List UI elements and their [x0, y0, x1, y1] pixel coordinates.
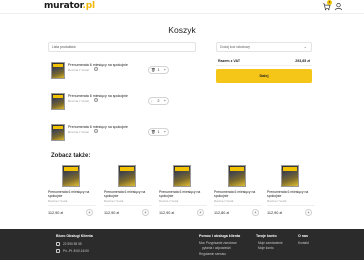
product-list-selector[interactable]: Lista produktów	[48, 42, 196, 52]
checkout-button[interactable]: Dalej	[216, 69, 312, 83]
discount-code-placeholder: Dodaj kod rabatowy	[220, 45, 250, 49]
quantity-value: 2	[157, 99, 160, 103]
discount-code-field[interactable]: Dodaj kod rabatowy ⌄	[216, 42, 312, 52]
product-price: 112,90 zł	[267, 211, 283, 215]
footer-link[interactable]: Moc Przypisanie zwrotowe	[199, 241, 237, 245]
add-to-cart-button[interactable]: +	[252, 209, 259, 216]
quantity-stepper[interactable]: 🗑 1 +	[148, 66, 169, 74]
product-thumbnail[interactable]	[51, 124, 65, 141]
decrease-button[interactable]: -	[151, 98, 152, 104]
product-name[interactable]: Prenumerata 6 miesięcy na spokojnie	[104, 190, 152, 198]
product-variant: Roczna z Vocal	[159, 199, 179, 203]
info-icon[interactable]: i	[94, 129, 98, 133]
recommendation-card[interactable]: Prenumerata 6 miesięcy na spokojnie Rocz…	[48, 163, 96, 223]
divider	[104, 205, 152, 206]
increase-button[interactable]: +	[164, 67, 166, 73]
product-variant: Roczna z Vocal	[267, 199, 287, 203]
phone-icon	[56, 242, 60, 246]
footer-link[interactable]: pytania i odpowiedzi	[202, 246, 231, 250]
info-icon[interactable]: i	[94, 98, 98, 102]
product-thumbnail[interactable]	[51, 62, 65, 79]
product-name[interactable]: Prenumerata 6 miesięcy na spokojnie	[48, 190, 96, 198]
quantity-value: 1	[157, 68, 160, 72]
product-name[interactable]: Prenumerata 6 miesięcy na spokojnie	[68, 125, 128, 129]
recommendation-card[interactable]: Prenumerata 6 miesięcy na spokojnie Rocz…	[214, 163, 262, 223]
divider	[216, 65, 312, 66]
add-to-cart-button[interactable]: +	[142, 209, 149, 216]
product-name[interactable]: Prenumerata 6 miesięcy na spokojnie	[68, 94, 128, 98]
footer-hours: Pn.-Pt. 8:00-16:00	[63, 249, 89, 253]
product-price: 112,90 zł	[104, 211, 120, 215]
add-to-cart-button[interactable]: +	[305, 209, 312, 216]
recommendation-card[interactable]: Prenumerata 6 miesięcy na spokojnie Rocz…	[159, 163, 207, 223]
divider	[159, 205, 207, 206]
site-footer: Biuro Obsługi Klienta 22 590 55 55 Pn.-P…	[0, 229, 364, 260]
product-variant: Roczna z Vocal	[68, 99, 89, 103]
user-icon[interactable]	[334, 2, 343, 11]
increase-button[interactable]: +	[164, 129, 166, 135]
total-label: Razem z VAT	[218, 59, 241, 63]
chevron-down-icon: ⌄	[303, 44, 307, 49]
clock-icon	[56, 249, 60, 253]
top-header: murator.pl 1	[0, 0, 364, 14]
recommendation-card[interactable]: Prenumerata 6 miesięcy na spokojnie Rocz…	[104, 163, 152, 223]
footer-link[interactable]: Regulamin serwisu	[199, 252, 226, 256]
product-name[interactable]: Prenumerata 6 miesięcy na spokojnie	[159, 190, 207, 198]
product-thumbnail[interactable]	[228, 165, 246, 187]
divider	[48, 205, 96, 206]
footer-about-title: O nas	[298, 234, 308, 238]
divider	[267, 205, 315, 206]
increase-button[interactable]: +	[164, 98, 166, 104]
cart-item: Prenumerata 6 miesięcy na spokojnie Rocz…	[51, 92, 196, 112]
logo-text: murator	[44, 1, 83, 11]
cart-item: Prenumerata 6 miesięcy na spokojnie Rocz…	[51, 61, 196, 81]
product-variant: Roczna z Vocal	[68, 68, 89, 72]
quantity-value: 1	[157, 130, 160, 134]
footer-link[interactable]: Moje konto	[258, 246, 274, 250]
divider	[214, 205, 262, 206]
product-price: 112,90 zł	[48, 211, 64, 215]
footer-help-title: Pomoc i obsługa klienta	[199, 234, 241, 238]
product-name[interactable]: Prenumerata 6 miesięcy na spokojnie	[267, 190, 315, 198]
product-variant: Roczna z Vocal	[104, 199, 124, 203]
quantity-stepper[interactable]: - 2 +	[148, 97, 169, 105]
total-value: 293,85 zł	[295, 59, 310, 63]
trash-icon[interactable]: 🗑	[151, 67, 156, 73]
product-thumbnail[interactable]	[281, 165, 299, 187]
footer-phone[interactable]: 22 590 55 55	[63, 242, 82, 246]
recommendations-title: Zobacz także:	[51, 153, 91, 159]
recommendation-card[interactable]: Prenumerata 6 miesięcy na spokojnie Rocz…	[267, 163, 315, 223]
footer-link[interactable]: Moje zamówienie	[258, 241, 283, 245]
footer-link[interactable]: Kontakt	[298, 241, 309, 245]
add-to-cart-button[interactable]: +	[197, 209, 204, 216]
quantity-stepper[interactable]: 🗑 1 +	[148, 128, 169, 136]
product-thumbnail[interactable]	[51, 93, 65, 110]
product-thumbnail[interactable]	[62, 165, 80, 187]
footer-office-title: Biuro Obsługi Klienta	[56, 234, 93, 238]
product-name[interactable]: Prenumerata 6 miesięcy na spokojnie	[68, 63, 128, 67]
add-to-cart-button[interactable]: +	[86, 209, 93, 216]
trash-icon[interactable]: 🗑	[151, 129, 156, 135]
product-variant: Roczna z Vocal	[214, 199, 234, 203]
cart-item: Prenumerata 6 miesięcy na spokojnie Rocz…	[51, 123, 196, 143]
page-title: Koszyk	[168, 25, 196, 35]
product-price: 112,90 zł	[159, 211, 175, 215]
site-logo[interactable]: murator.pl	[44, 1, 95, 11]
logo-domain: .pl	[82, 1, 96, 11]
product-name[interactable]: Prenumerata 6 miesięcy na spokojnie	[214, 190, 262, 198]
info-icon[interactable]: i	[94, 67, 98, 71]
product-thumbnail[interactable]	[173, 165, 191, 187]
product-thumbnail[interactable]	[118, 165, 136, 187]
product-price: 112,80 zł	[214, 211, 230, 215]
cart-count-badge: 1	[327, 0, 332, 5]
product-variant: Roczna z Vocal	[48, 199, 68, 203]
product-variant: Roczna z Vocal	[68, 130, 89, 134]
footer-account-title: Twoje konto	[256, 234, 277, 238]
